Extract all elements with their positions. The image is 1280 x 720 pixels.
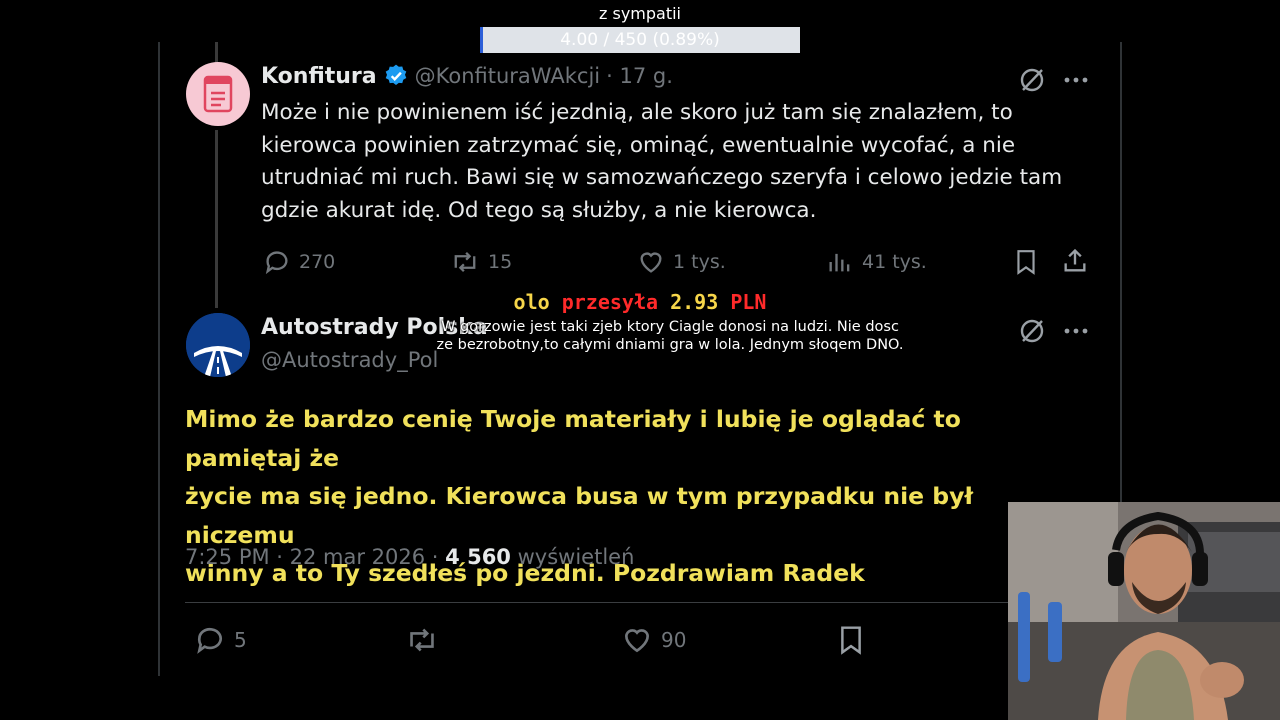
tweet1-line: kierowca powinien zatrzymać się, ominąć,… (261, 132, 1016, 158)
tweet1-handle[interactable]: @KonfituraWAkcji (415, 64, 601, 88)
divider (185, 602, 1008, 603)
like-button[interactable]: 1 tys. (637, 248, 726, 276)
reply-button[interactable]: 5 (194, 624, 247, 656)
like-count: 1 tys. (673, 251, 726, 273)
donation-message: W gorzowie jest taki zjeb ktory Ciagle d… (380, 318, 960, 354)
tweet2-timestamp[interactable]: 7:25 PM · 22 mar 2026 · (185, 545, 438, 569)
bookmark-button[interactable] (836, 624, 866, 660)
avatar-autostrady[interactable] (186, 313, 250, 377)
bookmark-icon (1017, 250, 1035, 275)
reply-count: 270 (299, 251, 336, 273)
share-icon (1064, 248, 1086, 272)
avatar-konfitura[interactable] (186, 62, 250, 126)
tweet1-time[interactable]: · 17 g. (606, 64, 673, 88)
like-button[interactable]: 90 (621, 624, 686, 656)
donation-verb: przesyła (561, 290, 659, 314)
heart-icon (640, 252, 662, 273)
views-count: 41 tys. (862, 251, 927, 273)
reply-button[interactable]: 270 (263, 248, 335, 276)
heart-icon (624, 629, 650, 653)
tweet1-line: utrudniać mi ruch. Bawi się w samozwańcz… (261, 165, 1063, 190)
streamer-webcam-image (1008, 502, 1280, 720)
tweet2-meta: 7:25 PM · 22 mar 2026 · 4 560 wyświetleń (185, 545, 634, 569)
reply-icon (265, 251, 288, 275)
donation-goal-title: z sympatii (599, 4, 681, 23)
tweet1-header: Konfitura @KonfituraWAkcji · 17 g. (261, 63, 673, 89)
donation-alert-header: olo przesyła 2.93 PLN (0, 290, 1280, 314)
tweet2-views-count: 4 560 (445, 545, 511, 569)
thread-connector-line (215, 42, 218, 64)
reply-icon (197, 627, 222, 654)
views-button[interactable]: 41 tys. (826, 248, 927, 276)
repost-icon (454, 251, 476, 273)
bookmark-button[interactable] (1013, 248, 1039, 280)
jar-logo-icon (203, 75, 233, 113)
reply-count: 5 (234, 628, 247, 652)
tweet1-body: Może i nie powinienem iść jezdnią, ale s… (261, 97, 1091, 227)
donation-currency: PLN (730, 290, 767, 314)
analytics-icon (829, 253, 850, 272)
donation-goal-label: 4.00 / 450 (0.89%) (560, 30, 720, 50)
bookmark-icon (841, 626, 861, 655)
highway-logo-icon (186, 313, 250, 377)
tweet1-line: gdzie akurat idę. Od tego są służby, a n… (261, 197, 817, 223)
repost-count: 15 (488, 251, 513, 273)
repost-button[interactable]: 15 (450, 248, 512, 276)
donation-user: olo (513, 290, 550, 314)
more-options-icon[interactable] (1062, 317, 1090, 349)
more-options-icon[interactable] (1062, 66, 1090, 98)
repost-icon (410, 628, 434, 652)
tweet1-line: Może i nie powinienem iść jezdnią, ale s… (261, 100, 1013, 125)
grok-icon[interactable] (1018, 66, 1046, 98)
donation-message-line: W gorzowie jest taki zjeb ktory Ciagle d… (441, 319, 899, 335)
thread-connector-line (215, 130, 218, 308)
webcam-feed (1008, 502, 1280, 720)
donation-goal-bar: 4.00 / 450 (0.89%) (480, 27, 800, 53)
donation-amount: 2.93 (670, 290, 719, 314)
tweet2-line: Mimo że bardzo cenię Twoje materiały i l… (185, 405, 961, 472)
share-button[interactable] (1061, 247, 1089, 279)
grok-icon[interactable] (1018, 317, 1046, 349)
repost-button[interactable] (405, 624, 439, 656)
tweet1-author-name[interactable]: Konfitura (261, 64, 377, 89)
tweet2-views-label: wyświetleń (517, 545, 635, 569)
tweet2-line: życie ma się jedno. Kierowca busa w tym … (185, 482, 974, 549)
donation-message-line: ze bezrobotny,to całymi dniami gra w lol… (436, 337, 904, 353)
verified-badge-icon (385, 64, 406, 85)
like-count: 90 (661, 628, 687, 652)
